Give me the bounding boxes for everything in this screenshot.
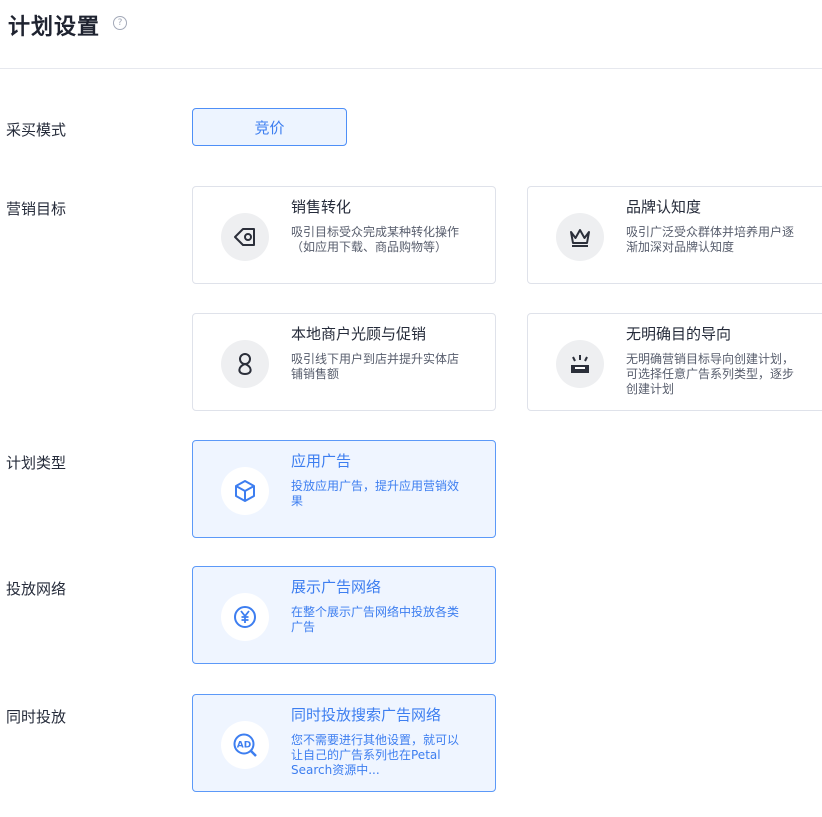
card-title: 展示广告网络 xyxy=(291,578,382,596)
card-description: 吸引目标受众完成某种转化操作（如应用下载、商品购物等） xyxy=(291,225,460,254)
page-header: 计划设置 ? xyxy=(0,0,822,69)
card-title: 应用广告 xyxy=(291,452,352,470)
marketing-goal-label: 营销目标 xyxy=(6,200,67,218)
network-card-display[interactable]: 展示广告网络 在整个展示广告网络中投放各类广告 xyxy=(192,566,496,664)
network-label: 投放网络 xyxy=(6,580,67,598)
inbox-sparkle-icon xyxy=(556,340,604,388)
card-description: 吸引线下用户到店并提升实体店铺销售额 xyxy=(291,352,460,381)
card-description: 您不需要进行其他设置，就可以让自己的广告系列也在Petal Search资源中.… xyxy=(291,733,460,777)
plan-type-card-app-ad[interactable]: 应用广告 投放应用广告，提升应用营销效果 xyxy=(192,440,496,538)
goal-card-sales-conversion[interactable]: 销售转化 吸引目标受众完成某种转化操作（如应用下载、商品购物等） xyxy=(192,186,496,284)
yen-circle-icon xyxy=(221,593,269,641)
card-title: 本地商户光顾与促销 xyxy=(291,325,427,343)
ad-search-icon: AD xyxy=(221,721,269,769)
card-title: 销售转化 xyxy=(291,198,352,216)
card-description: 吸引广泛受众群体并培养用户逐渐加深对品牌认知度 xyxy=(626,225,795,254)
card-title: 无明确目的导向 xyxy=(626,325,732,343)
simultaneous-label: 同时投放 xyxy=(6,708,67,726)
card-description: 无明确营销目标导向创建计划，可选择任意广告系列类型，逐步创建计划 xyxy=(626,352,795,396)
card-description: 投放应用广告，提升应用营销效果 xyxy=(291,479,460,508)
plan-type-label: 计划类型 xyxy=(6,454,67,472)
question-circle-icon[interactable]: ? xyxy=(113,16,127,30)
goal-card-local-store[interactable]: 本地商户光顾与促销 吸引线下用户到店并提升实体店铺销售额 xyxy=(192,313,496,411)
goal-card-no-specific-goal[interactable]: 无明确目的导向 无明确营销目标导向创建计划，可选择任意广告系列类型，逐步创建计划 xyxy=(527,313,822,411)
simultaneous-card-search-network[interactable]: AD 同时投放搜索广告网络 您不需要进行其他设置，就可以让自己的广告系列也在Pe… xyxy=(192,694,496,792)
goal-card-brand-awareness[interactable]: 品牌认知度 吸引广泛受众群体并培养用户逐渐加深对品牌认知度 xyxy=(527,186,822,284)
purchase-mode-label: 采买模式 xyxy=(6,121,67,139)
card-description: 在整个展示广告网络中投放各类广告 xyxy=(291,605,460,634)
bidding-option-button[interactable]: 竞价 xyxy=(192,108,347,146)
page-title: 计划设置 xyxy=(8,15,101,40)
location-pin-icon xyxy=(221,340,269,388)
tag-icon xyxy=(221,213,269,261)
svg-text:AD: AD xyxy=(237,741,251,751)
card-title: 同时投放搜索广告网络 xyxy=(291,706,442,724)
cube-icon xyxy=(221,467,269,515)
crown-icon xyxy=(556,213,604,261)
card-title: 品牌认知度 xyxy=(626,198,702,216)
